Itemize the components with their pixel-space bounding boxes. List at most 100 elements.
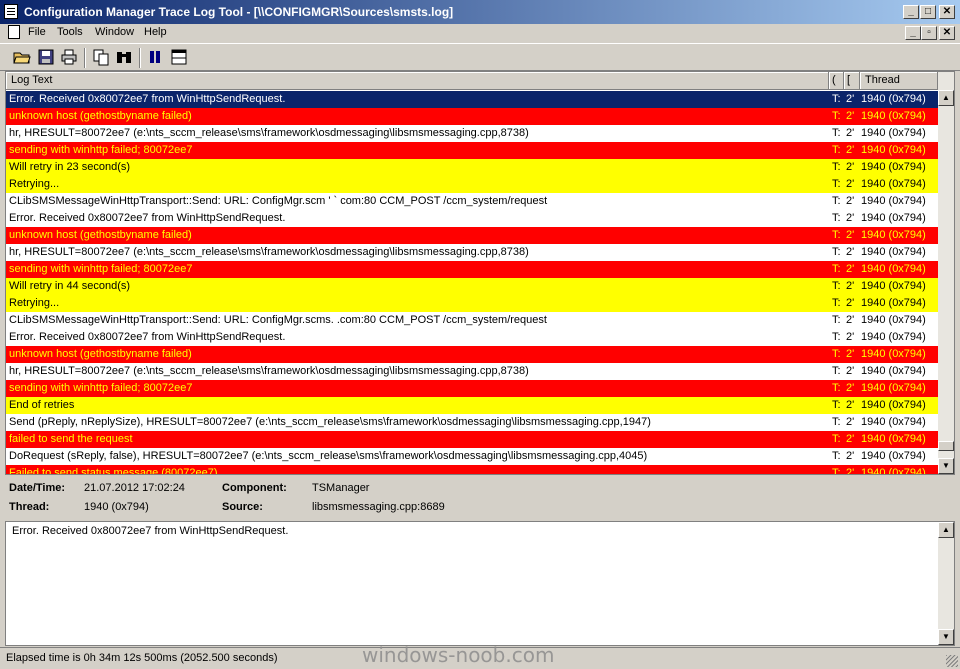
log-row-text: DoRequest (sReply, false), HRESULT=80072… bbox=[9, 450, 648, 462]
column-b[interactable]: [ bbox=[844, 72, 860, 90]
minimize-button[interactable]: _ bbox=[903, 5, 919, 19]
find-binoculars-icon[interactable] bbox=[115, 48, 133, 66]
log-row-text: Send (pReply, nReplySize), HRESULT=80072… bbox=[9, 416, 651, 428]
log-row[interactable]: sending with winhttp failed; 80072ee7 T: 2… bbox=[6, 261, 938, 278]
log-row-col-a: T: bbox=[832, 161, 841, 173]
menu-tools[interactable]: Tools bbox=[57, 26, 83, 38]
log-row[interactable]: hr, HRESULT=80072ee7 (e:\nts_sccm_releas… bbox=[6, 363, 938, 380]
log-row-col-a: T: bbox=[832, 229, 841, 241]
document-icon[interactable] bbox=[8, 25, 20, 39]
log-row-text: hr, HRESULT=80072ee7 (e:\nts_sccm_releas… bbox=[9, 127, 529, 139]
log-row[interactable]: DoRequest (sReply, false), HRESULT=80072… bbox=[6, 448, 938, 465]
column-header: Log Text ( [ Thread bbox=[6, 72, 938, 90]
window-title: Configuration Manager Trace Log Tool - [… bbox=[24, 5, 454, 19]
log-row-text: Error. Received 0x80072ee7 from WinHttpS… bbox=[9, 331, 286, 343]
log-row-text: Failed to send status message (80072ee7) bbox=[9, 467, 218, 475]
log-row-col-a: T: bbox=[832, 433, 841, 445]
menu-help[interactable]: Help bbox=[144, 26, 167, 38]
log-row-text: Will retry in 23 second(s) bbox=[9, 161, 131, 173]
log-row-col-a: T: bbox=[832, 416, 841, 428]
pause-icon[interactable] bbox=[146, 48, 164, 66]
message-scroll-up-button[interactable]: ▲ bbox=[938, 522, 954, 538]
log-row-thread: 1940 (0x794) bbox=[861, 467, 926, 475]
log-row-col-b: 2' bbox=[846, 399, 855, 411]
status-text: Elapsed time is 0h 34m 12s 500ms (2052.5… bbox=[6, 652, 278, 664]
log-row[interactable]: hr, HRESULT=80072ee7 (e:\nts_sccm_releas… bbox=[6, 125, 938, 142]
log-row-col-a: T: bbox=[832, 297, 841, 309]
app-icon[interactable] bbox=[4, 4, 18, 19]
log-row[interactable]: failed to send the request T: 2' 1940 (0x79… bbox=[6, 431, 938, 448]
log-row-col-b: 2' bbox=[846, 416, 855, 428]
log-row-text: sending with winhttp failed; 80072ee7 bbox=[9, 382, 193, 394]
log-list[interactable]: Log Text ( [ Thread Error. Received 0x80… bbox=[5, 71, 955, 475]
save-icon[interactable] bbox=[37, 48, 55, 66]
log-row[interactable]: Will retry in 44 second(s) T: 2' 1940 (0x79… bbox=[6, 278, 938, 295]
copy-icon[interactable] bbox=[92, 48, 110, 66]
log-row[interactable]: Send (pReply, nReplySize), HRESULT=80072… bbox=[6, 414, 938, 431]
message-scrollbar[interactable]: ▲ ▼ bbox=[938, 522, 954, 645]
log-row[interactable]: Retrying... T: 2' 1940 (0x794) bbox=[6, 295, 938, 312]
log-row-thread: 1940 (0x794) bbox=[861, 161, 926, 173]
doc-minimize-button[interactable]: _ bbox=[905, 26, 921, 40]
log-row[interactable]: unknown host (gethostbyname failed) T: 2' 1… bbox=[6, 227, 938, 244]
source-label: Source: bbox=[222, 501, 263, 513]
print-icon[interactable] bbox=[60, 48, 78, 66]
log-row-thread: 1940 (0x794) bbox=[861, 229, 926, 241]
log-row[interactable]: hr, HRESULT=80072ee7 (e:\nts_sccm_releas… bbox=[6, 244, 938, 261]
log-row[interactable]: sending with winhttp failed; 80072ee7 T: 2… bbox=[6, 380, 938, 397]
scroll-up-button[interactable]: ▲ bbox=[938, 90, 954, 106]
menu-file[interactable]: File bbox=[28, 26, 46, 38]
log-row-col-b: 2' bbox=[846, 178, 855, 190]
title-bar[interactable]: Configuration Manager Trace Log Tool - [… bbox=[0, 0, 960, 24]
log-row-text: CLibSMSMessageWinHttpTransport::Send: UR… bbox=[9, 314, 547, 326]
menu-window[interactable]: Window bbox=[95, 26, 134, 38]
doc-restore-button[interactable]: ▫ bbox=[921, 26, 937, 40]
log-scrollbar[interactable]: ▲ ▼ bbox=[938, 72, 954, 474]
log-row-col-b: 2' bbox=[846, 467, 855, 475]
open-folder-icon[interactable] bbox=[13, 48, 31, 66]
column-a[interactable]: ( bbox=[829, 72, 844, 90]
log-row-col-a: T: bbox=[832, 314, 841, 326]
maximize-button[interactable]: □ bbox=[920, 5, 936, 19]
log-row-text: Will retry in 44 second(s) bbox=[9, 280, 131, 292]
log-row[interactable]: unknown host (gethostbyname failed) T: 2' 1… bbox=[6, 108, 938, 125]
log-row-col-a: T: bbox=[832, 382, 841, 394]
log-row[interactable]: unknown host (gethostbyname failed) T: 2' 1… bbox=[6, 346, 938, 363]
log-row[interactable]: Failed to send status message (80072ee7)… bbox=[6, 465, 938, 475]
log-row-col-a: T: bbox=[832, 178, 841, 190]
split-view-icon[interactable] bbox=[170, 48, 188, 66]
log-row[interactable]: Error. Received 0x80072ee7 from WinHttpS… bbox=[6, 210, 938, 227]
log-row[interactable]: Error. Received 0x80072ee7 from WinHttpS… bbox=[6, 329, 938, 346]
log-row[interactable]: sending with winhttp failed; 80072ee7 T: 2… bbox=[6, 142, 938, 159]
log-row-thread: 1940 (0x794) bbox=[861, 178, 926, 190]
log-row-col-b: 2' bbox=[846, 365, 855, 377]
log-row-col-b: 2' bbox=[846, 450, 855, 462]
log-row[interactable]: CLibSMSMessageWinHttpTransport::Send: UR… bbox=[6, 312, 938, 329]
log-row-thread: 1940 (0x794) bbox=[861, 450, 926, 462]
log-row[interactable]: Will retry in 23 second(s) T: 2' 1940 (0x79… bbox=[6, 159, 938, 176]
message-textarea[interactable]: Error. Received 0x80072ee7 from WinHttpS… bbox=[5, 521, 955, 646]
log-row[interactable]: End of retries T: 2' 1940 (0x794) bbox=[6, 397, 938, 414]
log-row-text: sending with winhttp failed; 80072ee7 bbox=[9, 144, 193, 156]
scroll-down-button[interactable]: ▼ bbox=[938, 458, 954, 474]
message-scroll-down-button[interactable]: ▼ bbox=[938, 629, 954, 645]
log-row[interactable]: Error. Received 0x80072ee7 from WinHttpS… bbox=[6, 91, 938, 108]
datetime-label: Date/Time: bbox=[9, 482, 66, 494]
log-row[interactable]: Retrying... T: 2' 1940 (0x794) bbox=[6, 176, 938, 193]
column-log-text[interactable]: Log Text bbox=[6, 72, 829, 90]
log-row-col-a: T: bbox=[832, 399, 841, 411]
doc-close-button[interactable]: ✕ bbox=[939, 26, 955, 40]
log-row[interactable]: CLibSMSMessageWinHttpTransport::Send: UR… bbox=[6, 193, 938, 210]
log-row-col-b: 2' bbox=[846, 110, 855, 122]
resize-grip-icon[interactable] bbox=[946, 655, 958, 667]
log-row-col-a: T: bbox=[832, 263, 841, 275]
close-button[interactable]: ✕ bbox=[939, 5, 955, 19]
log-row-col-a: T: bbox=[832, 110, 841, 122]
log-row-col-b: 2' bbox=[846, 280, 855, 292]
log-row-text: sending with winhttp failed; 80072ee7 bbox=[9, 263, 193, 275]
scroll-thumb[interactable] bbox=[938, 441, 954, 451]
log-row-thread: 1940 (0x794) bbox=[861, 416, 926, 428]
watermark: windows-noob.com bbox=[362, 643, 555, 667]
log-row-text: unknown host (gethostbyname failed) bbox=[9, 348, 192, 360]
column-thread[interactable]: Thread bbox=[860, 72, 938, 90]
